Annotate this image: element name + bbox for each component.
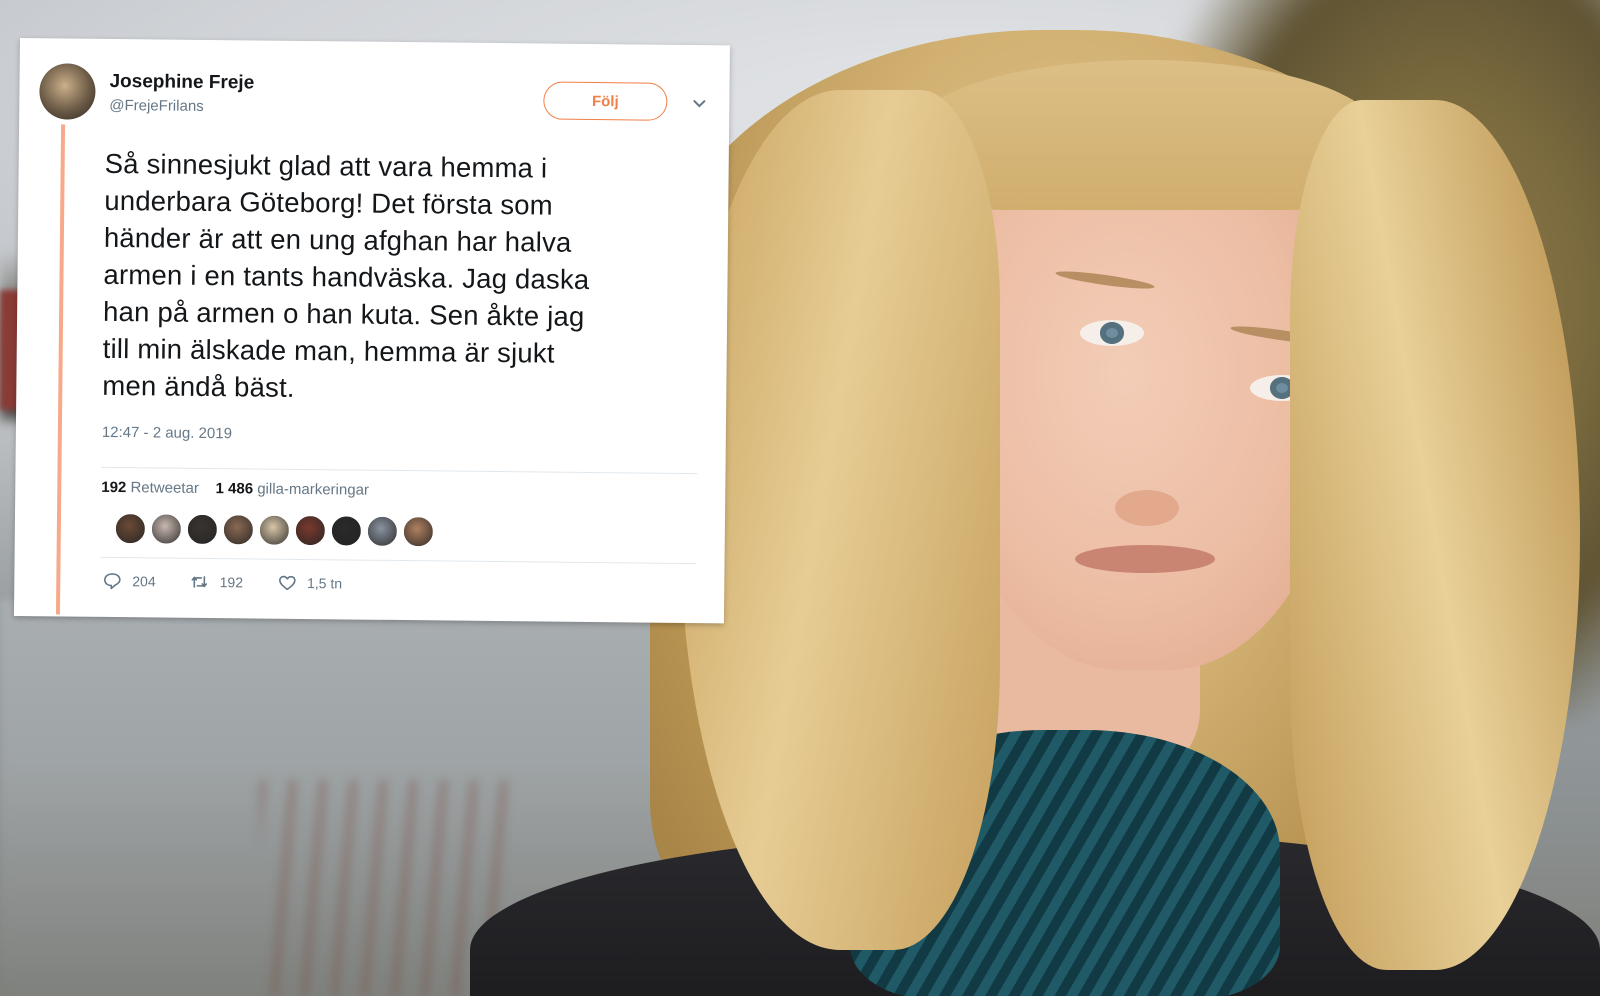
- divider: [100, 556, 697, 565]
- tweet-text-line: underbara Göteborg! Det första som: [104, 184, 554, 221]
- reply-count: 204: [132, 573, 156, 590]
- tweet-text: Så sinnesjukt glad att vara hemma i unde…: [102, 145, 705, 410]
- liker-avatar[interactable]: [402, 516, 435, 548]
- tweet-card: Josephine Freje @FrejeFrilans Följ Så si…: [13, 38, 730, 624]
- mouth: [1075, 545, 1215, 573]
- like-count: 1,5 tn: [306, 575, 343, 592]
- like-button[interactable]: 1,5 tn: [277, 573, 342, 594]
- user-handle[interactable]: @FrejeFrilans: [109, 97, 204, 115]
- hair-right: [1290, 100, 1580, 970]
- tweet-text-line: till min älskade man, hemma är sjukt: [102, 332, 555, 369]
- thread-line: [55, 124, 66, 615]
- liker-avatar[interactable]: [294, 514, 327, 547]
- likers-avatars: [114, 513, 435, 548]
- tweet-text-line: Så sinnesjukt glad att vara hemma i: [104, 147, 548, 184]
- reply-icon: [104, 573, 121, 590]
- follow-button[interactable]: Följ: [543, 81, 668, 121]
- heart-icon: [278, 575, 296, 591]
- liker-avatar[interactable]: [222, 514, 255, 546]
- liker-avatar[interactable]: [186, 513, 219, 546]
- left-eye: [1080, 320, 1144, 346]
- likes-label[interactable]: gilla-markeringar: [257, 481, 369, 499]
- retweets-label[interactable]: Retweetar: [130, 479, 199, 497]
- retweet-icon: [191, 576, 208, 588]
- retweet-count: 192: [219, 574, 244, 591]
- retweet-button[interactable]: 192: [190, 572, 244, 593]
- liker-avatar[interactable]: [150, 513, 183, 545]
- nose: [1115, 490, 1179, 526]
- retweets-count[interactable]: 192: [101, 479, 126, 496]
- liker-avatar[interactable]: [366, 515, 399, 547]
- liker-avatar[interactable]: [258, 514, 291, 546]
- tweet-text-line: men ändå bäst.: [102, 369, 295, 403]
- likes-count[interactable]: 1 486: [215, 480, 253, 497]
- divider: [101, 466, 698, 475]
- liker-avatar[interactable]: [114, 513, 147, 545]
- liker-avatar[interactable]: [330, 515, 363, 547]
- chevron-down-icon[interactable]: [691, 95, 707, 111]
- engagement-stats: 192 Retweetar 1 486 gilla-markeringar: [101, 479, 369, 499]
- tweet-timestamp[interactable]: 12:47 - 2 aug. 2019: [102, 424, 232, 442]
- reply-button[interactable]: 204: [102, 571, 156, 592]
- tweet-text-line: armen i en tants handväska. Jag daska: [103, 258, 590, 295]
- display-name[interactable]: Josephine Freje: [109, 71, 254, 95]
- tweet-actions: 204 192 1,5 tn: [102, 571, 376, 594]
- tweet-text-line: han på armen o han kuta. Sen åkte jag: [102, 295, 585, 332]
- tweet-text-line: händer är att en ung afghan har halva: [103, 221, 572, 258]
- avatar[interactable]: [39, 63, 96, 120]
